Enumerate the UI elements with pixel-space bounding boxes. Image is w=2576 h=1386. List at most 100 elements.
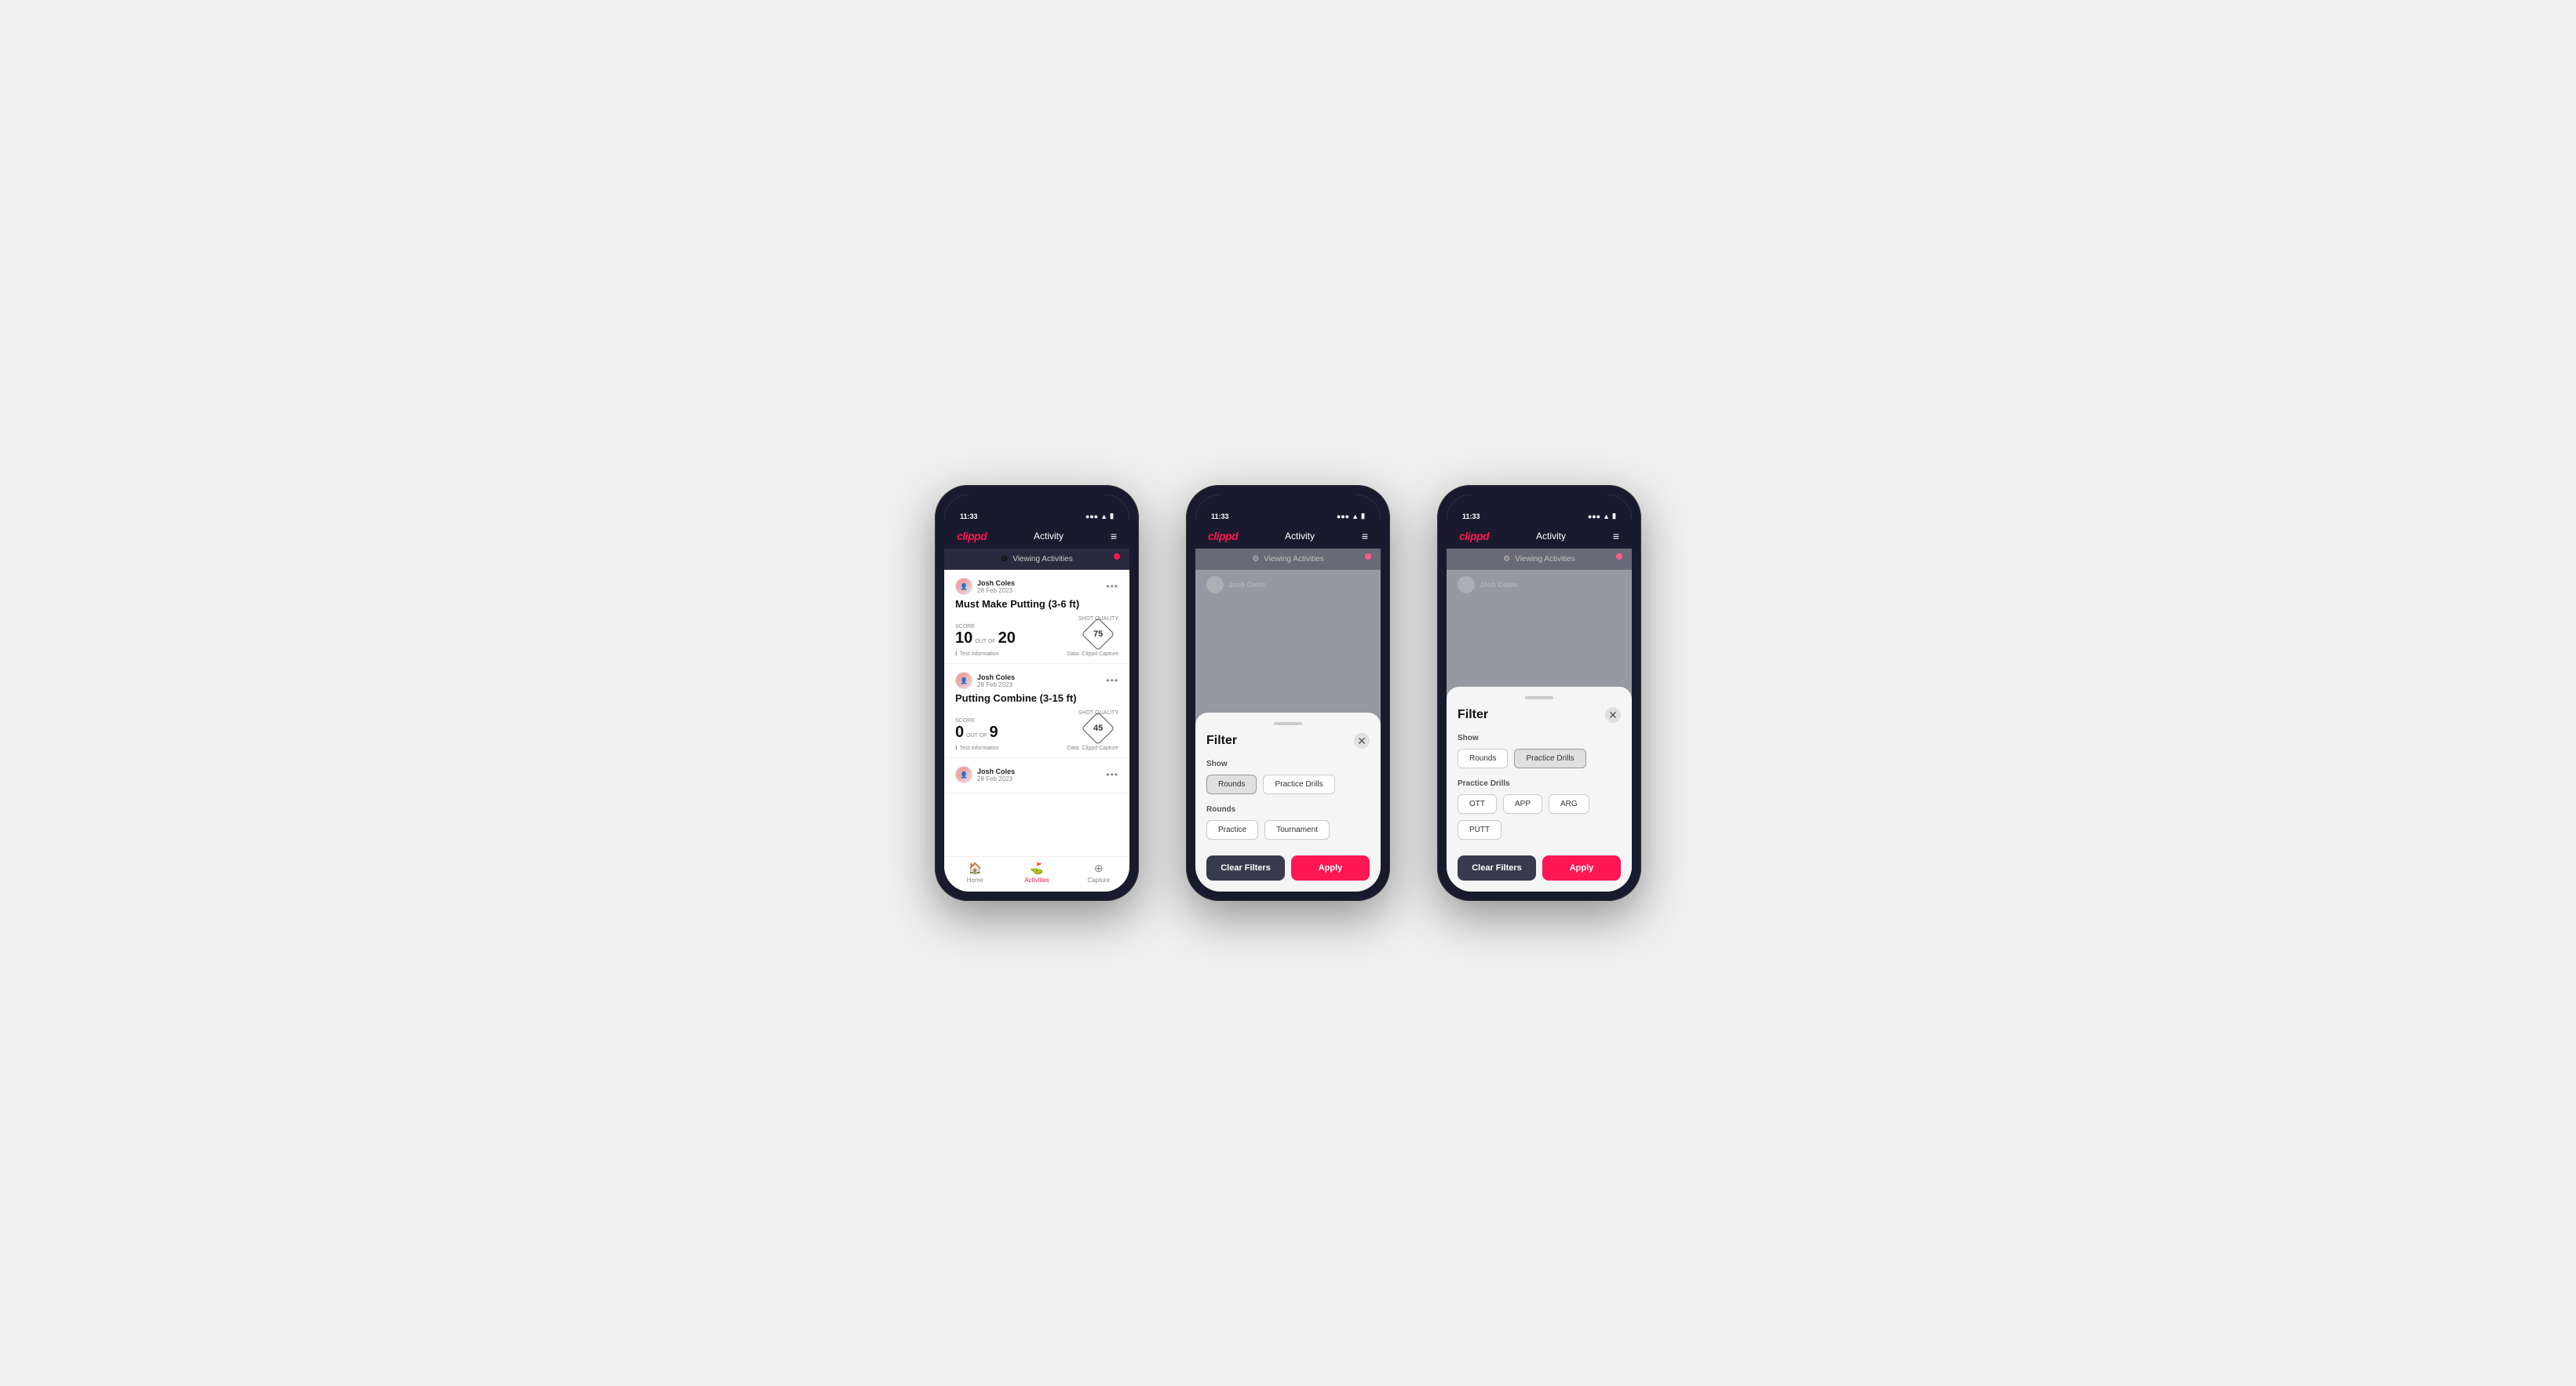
clear-filters-btn-2[interactable]: Clear Filters xyxy=(1206,855,1285,881)
status-icons-2: ●●● ▲ ▮ xyxy=(1337,512,1365,520)
apply-btn-2[interactable]: Apply xyxy=(1291,855,1370,881)
arg-btn-3[interactable]: ARG xyxy=(1549,794,1589,814)
card-footer-1: ℹ Test Information Data: Clippd Capture xyxy=(955,651,1118,657)
show-label-3: Show xyxy=(1458,734,1621,742)
apply-btn-3[interactable]: Apply xyxy=(1542,855,1621,881)
data-source-1: Data: Clippd Capture xyxy=(1067,651,1118,657)
show-practice-drills-btn-3[interactable]: Practice Drills xyxy=(1514,749,1585,768)
phone-3: 11:33 ●●● ▲ ▮ clippd Activity ≡ ⚙ Viewin… xyxy=(1437,485,1641,901)
filter-actions-2: Clear Filters Apply xyxy=(1206,855,1370,881)
out-of-2: OUT OF xyxy=(966,733,987,739)
phone-1: 11:33 ●●● ▲ ▮ clippd Activity ≡ ⚙ Viewin… xyxy=(935,485,1139,901)
show-practice-btn-2[interactable]: Practice Drills xyxy=(1263,775,1334,794)
filter-handle-3 xyxy=(1525,696,1553,699)
menu-icon-3[interactable]: ≡ xyxy=(1613,531,1619,542)
viewing-text-3: Viewing Activities xyxy=(1515,555,1575,564)
app-header-1: clippd Activity ≡ xyxy=(944,523,1129,549)
wifi-icon-1: ▲ xyxy=(1100,512,1107,520)
dynamic-island-3 xyxy=(1512,501,1567,516)
activity-card-2[interactable]: 👤 Josh Coles 28 Feb 2023 ••• Putting Com… xyxy=(944,664,1129,758)
tournament-btn-2[interactable]: Tournament xyxy=(1264,820,1330,840)
activity-title-2: Putting Combine (3-15 ft) xyxy=(955,692,1118,704)
score-value-2: 0 xyxy=(955,724,964,740)
show-options-3: Rounds Practice Drills xyxy=(1458,749,1621,768)
shot-quality-value-1: 75 xyxy=(1093,629,1103,639)
battery-icon-2: ▮ xyxy=(1361,512,1365,520)
viewing-text-2: Viewing Activities xyxy=(1264,555,1324,564)
show-label-2: Show xyxy=(1206,760,1370,768)
activity-card-3[interactable]: 👤 Josh Coles 28 Feb 2023 ••• xyxy=(944,758,1129,793)
user-name-2: Josh Coles xyxy=(977,673,1015,681)
ott-btn-3[interactable]: OTT xyxy=(1458,794,1497,814)
filter-title-3: Filter xyxy=(1458,708,1488,722)
clear-filters-btn-3[interactable]: Clear Filters xyxy=(1458,855,1536,881)
app-btn-3[interactable]: APP xyxy=(1503,794,1542,814)
battery-icon-3: ▮ xyxy=(1612,512,1616,520)
shot-quality-badge-2: 45 xyxy=(1082,712,1115,745)
header-title-3: Activity xyxy=(1536,531,1566,542)
filter-close-3[interactable]: ✕ xyxy=(1605,707,1621,723)
info-icon-2: ℹ xyxy=(955,745,958,751)
show-rounds-btn-2[interactable]: Rounds xyxy=(1206,775,1257,794)
show-rounds-btn-3[interactable]: Rounds xyxy=(1458,749,1508,768)
wifi-icon-2: ▲ xyxy=(1352,512,1359,520)
test-info-2: ℹ Test Information xyxy=(955,745,998,751)
filter-icon-3: ⚙ xyxy=(1503,555,1510,564)
home-label-1: Home xyxy=(967,877,983,884)
shot-quality-badge-1: 75 xyxy=(1082,618,1115,651)
viewing-dot-1 xyxy=(1114,553,1120,560)
activity-content-1: 👤 Josh Coles 28 Feb 2023 ••• Must Make P… xyxy=(944,570,1129,892)
drills-options-3: OTT APP ARG PUTT xyxy=(1458,794,1621,840)
filter-icon-2: ⚙ xyxy=(1252,555,1259,564)
avatar-img-2: 👤 xyxy=(956,673,972,688)
filter-title-2: Filter xyxy=(1206,734,1237,748)
capture-icon-1: ⊕ xyxy=(1094,862,1104,875)
drills-label-3: Practice Drills xyxy=(1458,779,1621,788)
activity-card-1[interactable]: 👤 Josh Coles 28 Feb 2023 ••• Must Make P… xyxy=(944,570,1129,664)
bg-hint-3: Josh Coles xyxy=(1447,570,1632,600)
user-meta-3: Josh Coles 28 Feb 2023 xyxy=(977,768,1015,782)
nav-activities-1[interactable]: ⛳ Activities xyxy=(1006,862,1068,884)
stat-score-2: Score 0 OUT OF 9 xyxy=(955,718,998,740)
avatar-img-3: 👤 xyxy=(956,767,972,782)
card-footer-2: ℹ Test Information Data: Clippd Capture xyxy=(955,745,1118,751)
rounds-options-2: Practice Tournament xyxy=(1206,820,1370,840)
menu-icon-1[interactable]: ≡ xyxy=(1111,531,1117,542)
dynamic-island xyxy=(1009,501,1064,516)
dynamic-island-2 xyxy=(1261,501,1315,516)
menu-icon-2[interactable]: ≡ xyxy=(1362,531,1368,542)
more-dots-3[interactable]: ••• xyxy=(1106,769,1118,780)
app-header-2: clippd Activity ≡ xyxy=(1195,523,1381,549)
battery-icon-1: ▮ xyxy=(1110,512,1114,520)
nav-capture-1[interactable]: ⊕ Capture xyxy=(1067,862,1129,884)
time-3: 11:33 xyxy=(1462,512,1480,520)
user-date-3: 28 Feb 2023 xyxy=(977,775,1015,782)
nav-home-1[interactable]: 🏠 Home xyxy=(944,862,1006,884)
phone-1-screen: 11:33 ●●● ▲ ▮ clippd Activity ≡ ⚙ Viewin… xyxy=(944,494,1129,892)
scene: 11:33 ●●● ▲ ▮ clippd Activity ≡ ⚙ Viewin… xyxy=(888,438,1688,948)
stat-shot-quality-2: Shot Quality 45 xyxy=(1078,710,1118,740)
show-options-2: Rounds Practice Drills xyxy=(1206,775,1370,794)
score-label-2: Score xyxy=(955,718,998,724)
user-date-1: 28 Feb 2023 xyxy=(977,587,1015,594)
more-dots-1[interactable]: ••• xyxy=(1106,581,1118,592)
filter-area-3: Josh Coles Filter ✕ Show Rounds Practice… xyxy=(1447,570,1632,892)
more-dots-2[interactable]: ••• xyxy=(1106,675,1118,686)
filter-sheet-3: Filter ✕ Show Rounds Practice Drills Pra… xyxy=(1447,687,1632,892)
rounds-label-2: Rounds xyxy=(1206,805,1370,814)
practice-btn-2[interactable]: Practice xyxy=(1206,820,1258,840)
filter-actions-3: Clear Filters Apply xyxy=(1458,855,1621,881)
wifi-icon-3: ▲ xyxy=(1603,512,1610,520)
putt-btn-3[interactable]: PUTT xyxy=(1458,820,1501,840)
shots-value-1: 20 xyxy=(998,630,1016,646)
logo-2: clippd xyxy=(1208,530,1238,542)
user-meta-2: Josh Coles 28 Feb 2023 xyxy=(977,673,1015,688)
filter-sheet-2: Filter ✕ Show Rounds Practice Drills Rou… xyxy=(1195,713,1381,892)
stat-score-1: Score 10 OUT OF 20 xyxy=(955,624,1016,646)
viewing-bar-1[interactable]: ⚙ Viewing Activities xyxy=(944,549,1129,570)
card-header-2: 👤 Josh Coles 28 Feb 2023 ••• xyxy=(955,672,1118,689)
avatar-img-1: 👤 xyxy=(956,578,972,594)
filter-close-2[interactable]: ✕ xyxy=(1354,733,1370,749)
header-title-2: Activity xyxy=(1285,531,1315,542)
user-meta-1: Josh Coles 28 Feb 2023 xyxy=(977,579,1015,594)
